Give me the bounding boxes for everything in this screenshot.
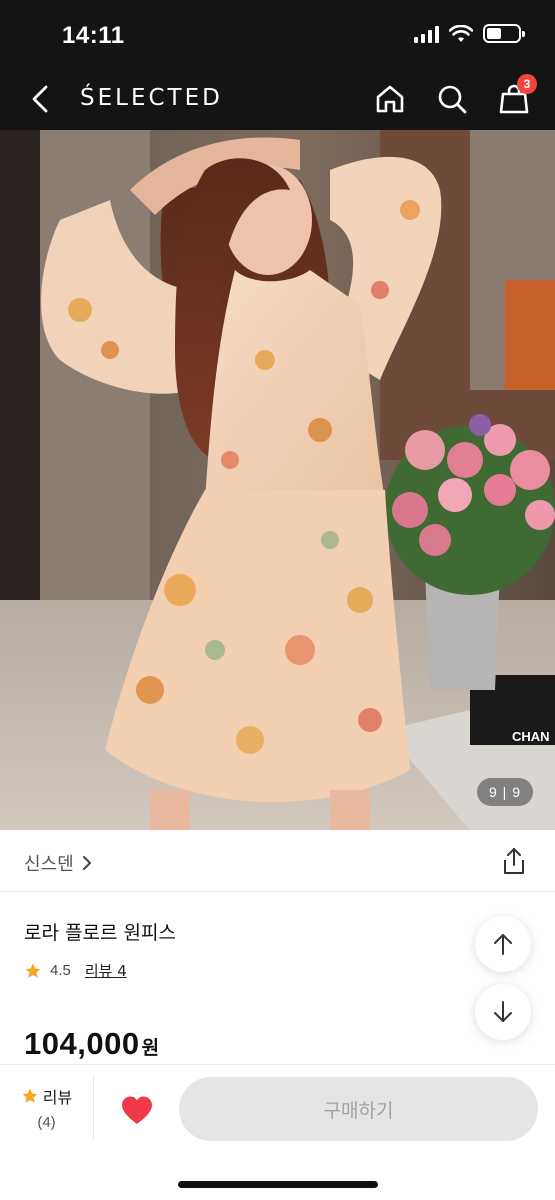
status-time: 14:11 <box>62 22 125 49</box>
buy-button[interactable]: 구매하기 <box>179 1077 538 1141</box>
product-title: 로라 플로르 원피스 <box>24 922 176 944</box>
review-link[interactable]: 리뷰 4 <box>85 960 127 981</box>
cart-button[interactable]: 3 <box>495 74 537 118</box>
star-icon <box>25 963 41 978</box>
search-icon <box>438 85 467 114</box>
review-tab[interactable]: 리뷰 (4) <box>0 1075 94 1139</box>
status-bar: 14:11 <box>0 0 555 68</box>
arrow-up-icon <box>494 934 512 955</box>
scroll-down-button[interactable] <box>475 984 531 1040</box>
chevron-right-icon <box>82 856 91 870</box>
brand-logo[interactable]: ŚELECTED <box>80 85 223 111</box>
cart-count-badge: 3 <box>517 74 537 94</box>
price-amount: 104,000 <box>24 1026 140 1061</box>
review-tab-count: (4) <box>37 1113 56 1131</box>
product-photo: CHAN <box>0 130 555 830</box>
rating-value: 4.5 <box>50 962 71 979</box>
nav-actions: 3 <box>371 74 537 118</box>
arrow-down-icon <box>494 1001 512 1022</box>
cellular-signal-icon <box>414 25 439 43</box>
back-button[interactable] <box>22 80 58 118</box>
star-icon <box>22 1088 38 1103</box>
product-image[interactable]: CHAN 9 | 9 <box>0 130 555 830</box>
status-icons <box>414 24 525 43</box>
brand-shop-name: 신스덴 <box>24 854 74 875</box>
bottom-action-bar: 리뷰 (4) 구매하기 <box>0 1064 555 1200</box>
share-button[interactable] <box>499 846 529 876</box>
box-label-text: CHAN <box>512 729 550 744</box>
wifi-icon <box>449 24 473 42</box>
search-button[interactable] <box>433 80 471 118</box>
review-tab-label: 리뷰 <box>42 1087 73 1107</box>
home-indicator <box>178 1181 378 1188</box>
image-counter: 9 | 9 <box>477 778 533 806</box>
like-button[interactable] <box>114 1087 160 1133</box>
brand-row: 신스덴 <box>0 830 555 892</box>
home-icon <box>376 85 404 113</box>
chevron-left-icon <box>32 85 48 113</box>
brand-shop-link[interactable]: 신스덴 <box>24 850 92 876</box>
heart-icon <box>122 1096 152 1124</box>
share-icon <box>504 848 524 874</box>
nav-bar: ŚELECTED 3 <box>0 68 555 130</box>
price-unit: 원 <box>141 1037 160 1059</box>
battery-icon <box>483 24 525 43</box>
price: 104,000 원 <box>24 1026 159 1062</box>
scroll-up-button[interactable] <box>475 916 531 972</box>
review-tab-top: 리뷰 <box>21 1084 72 1108</box>
rating-row: 4.5 리뷰 4 <box>24 960 127 981</box>
home-button[interactable] <box>371 80 409 118</box>
